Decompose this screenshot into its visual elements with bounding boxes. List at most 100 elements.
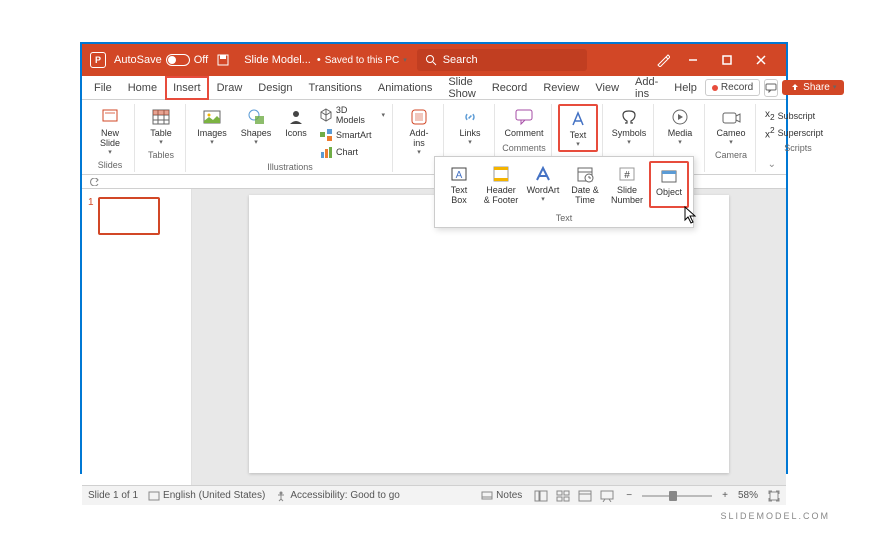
normal-view-button[interactable] [532, 489, 550, 503]
links-button[interactable]: Links ▾ [450, 104, 490, 148]
watermark: SLIDEMODEL.COM [720, 511, 830, 521]
autosave-toggle[interactable]: AutoSave Off [114, 54, 208, 66]
table-icon [150, 106, 172, 128]
language-icon [148, 490, 160, 502]
cursor-icon [684, 206, 698, 224]
comment-icon [513, 106, 535, 128]
link-icon [459, 106, 481, 128]
search-input[interactable]: Search [417, 49, 587, 71]
object-icon [658, 165, 680, 187]
slide-canvas[interactable] [249, 195, 729, 473]
addins-icon [408, 106, 430, 128]
slide-thumbnail[interactable] [98, 197, 160, 235]
header-footer-button[interactable]: Header & Footer [481, 161, 521, 208]
slide-number-button[interactable]: # Slide Number [607, 161, 647, 208]
slideshow-view-button[interactable] [598, 489, 616, 503]
smartart-button[interactable]: SmartArt [316, 127, 388, 143]
zoom-out-button[interactable]: − [626, 490, 632, 501]
tab-draw[interactable]: Draw [209, 76, 251, 100]
svg-text:#: # [624, 170, 630, 181]
3d-models-button[interactable]: 3D Models▾ [316, 104, 388, 126]
addins-button[interactable]: Add- ins ▾ [399, 104, 439, 158]
accessibility-icon [275, 490, 287, 502]
table-button[interactable]: Table ▾ [141, 104, 181, 148]
shapes-icon [245, 106, 267, 128]
language-status[interactable]: English (United States) [148, 490, 265, 502]
media-button[interactable]: Media ▾ [660, 104, 700, 148]
autosave-label: AutoSave [114, 54, 162, 66]
comments-pane-button[interactable] [764, 79, 778, 97]
tab-record[interactable]: Record [484, 76, 535, 100]
close-button[interactable] [744, 44, 778, 76]
images-button[interactable]: Images ▾ [192, 104, 232, 148]
chart-button[interactable]: Chart [316, 144, 388, 160]
wordart-icon [532, 163, 554, 185]
reading-view-button[interactable] [576, 489, 594, 503]
collapse-ribbon-icon[interactable]: ⌄ [768, 159, 776, 170]
group-camera: Cameo ▾ Camera [707, 104, 756, 172]
tab-file[interactable]: File [86, 76, 120, 100]
tab-view[interactable]: View [587, 76, 627, 100]
header-footer-icon [490, 163, 512, 185]
omega-icon [618, 106, 640, 128]
workspace: 1 [82, 189, 786, 485]
symbols-button[interactable]: Symbols ▾ [609, 104, 649, 148]
zoom-level[interactable]: 58% [738, 490, 758, 501]
comment-button[interactable]: Comment [501, 104, 547, 141]
share-button[interactable]: Share▾ [782, 80, 844, 95]
filename[interactable]: Slide Model... [244, 54, 311, 66]
text-box-button[interactable]: A Text Box [439, 161, 479, 208]
icons-button[interactable]: Icons [280, 104, 312, 141]
tab-home[interactable]: Home [120, 76, 165, 100]
minimize-button[interactable] [676, 44, 710, 76]
group-tables: Table ▾ Tables [137, 104, 186, 172]
text-box-icon: A [448, 163, 470, 185]
powerpoint-icon: P [90, 52, 106, 68]
group-slides: New Slide ▾ Slides [86, 104, 135, 172]
chevron-down-icon[interactable]: ▾ [403, 57, 407, 64]
new-slide-icon [99, 106, 121, 128]
save-icon[interactable] [216, 53, 230, 67]
pen-icon[interactable] [656, 53, 670, 67]
superscript-button[interactable]: x2Superscript [762, 124, 834, 141]
svg-text:A: A [456, 170, 463, 181]
zoom-slider[interactable] [642, 495, 712, 497]
tab-transitions[interactable]: Transitions [301, 76, 370, 100]
undo-row-icon[interactable] [90, 178, 100, 186]
tab-addins[interactable]: Add-ins [627, 76, 666, 100]
tab-help[interactable]: Help [666, 76, 705, 100]
subscript-icon: x2 [765, 109, 775, 122]
maximize-button[interactable] [710, 44, 744, 76]
save-status: Saved to this PC [325, 55, 399, 66]
object-button[interactable]: Object [649, 161, 689, 208]
fit-to-window-button[interactable] [768, 490, 780, 502]
sorter-view-button[interactable] [554, 489, 572, 503]
superscript-icon: x2 [765, 125, 775, 140]
text-dropdown: A Text Box Header & Footer WordArt ▾ Dat… [434, 156, 694, 228]
wordart-button[interactable]: WordArt ▾ [523, 161, 563, 208]
shapes-button[interactable]: Shapes ▾ [236, 104, 276, 148]
notes-button[interactable]: Notes [481, 490, 522, 501]
titlebar: P AutoSave Off Slide Model... • Saved to… [82, 44, 786, 76]
cameo-button[interactable]: Cameo ▾ [711, 104, 751, 148]
tab-review[interactable]: Review [535, 76, 587, 100]
statusbar: Slide 1 of 1 English (United States) Acc… [82, 485, 786, 505]
date-time-button[interactable]: Date & Time [565, 161, 605, 208]
canvas-area [192, 189, 786, 485]
accessibility-status[interactable]: Accessibility: Good to go [275, 490, 400, 502]
record-button[interactable]: Record [705, 79, 760, 96]
icons-icon [285, 106, 307, 128]
tab-animations[interactable]: Animations [370, 76, 440, 100]
search-icon [425, 54, 437, 66]
tab-slideshow[interactable]: Slide Show [440, 76, 484, 100]
cameo-icon [720, 106, 742, 128]
zoom-in-button[interactable]: + [722, 490, 728, 501]
new-slide-button[interactable]: New Slide ▾ [90, 104, 130, 158]
date-time-icon [574, 163, 596, 185]
slide-counter[interactable]: Slide 1 of 1 [88, 490, 138, 501]
text-button[interactable]: Text ▾ [558, 104, 598, 152]
subscript-button[interactable]: x2Subscript [762, 108, 834, 123]
notes-icon [481, 491, 493, 501]
tab-insert[interactable]: Insert [165, 76, 209, 100]
tab-design[interactable]: Design [250, 76, 300, 100]
